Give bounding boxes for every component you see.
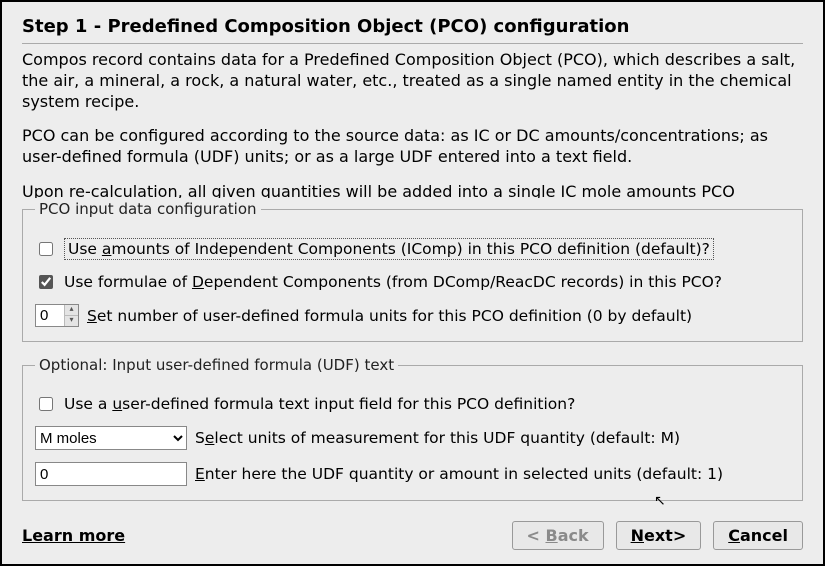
next-button[interactable]: Next> [616, 521, 702, 550]
spin-row: ▴ ▾ Set number of user-defined formula u… [35, 304, 790, 327]
udf-text-label[interactable]: Use a user-defined formula text input fi… [64, 395, 575, 413]
formula-units-stepper[interactable]: ▴ ▾ [35, 304, 79, 327]
udf-text-legend: Optional: Input user-defined formula (UD… [35, 356, 398, 374]
title-separator [22, 43, 803, 44]
formulae-row: Use formulae of Dependent Components (fr… [35, 272, 790, 292]
qty-row: Enter here the UDF quantity or amount in… [35, 462, 790, 486]
page-title: Step 1 - Predefined Composition Object (… [22, 16, 803, 37]
udf-quantity-input[interactable] [35, 462, 187, 486]
description-p3: Upon re-calculation, all given quantitie… [22, 182, 803, 198]
description-p1: Compos record contains data for a Predef… [22, 50, 803, 112]
description-p2: PCO can be configured according to the s… [22, 126, 803, 168]
udf-quantity-label: Enter here the UDF quantity or amount in… [195, 465, 723, 483]
amounts-checkbox[interactable] [39, 242, 53, 256]
learn-more-link[interactable]: Learn more [22, 526, 125, 545]
udf-checkbox-row: Use a user-defined formula text input fi… [35, 394, 790, 414]
units-select[interactable]: M moles [35, 426, 187, 450]
back-button[interactable]: < Back [512, 521, 604, 550]
cancel-button[interactable]: Cancel [713, 521, 803, 550]
footer: Learn more < Back Next> Cancel [22, 521, 803, 550]
udf-text-group: Optional: Input user-defined formula (UD… [22, 356, 803, 501]
formula-units-input[interactable] [36, 305, 64, 326]
description-text: Compos record contains data for a Predef… [22, 50, 803, 198]
units-label: Select units of measurement for this UDF… [195, 429, 680, 447]
formulae-label[interactable]: Use formulae of Dependent Components (fr… [64, 273, 722, 291]
units-row: M moles Select units of measurement for … [35, 426, 790, 450]
pco-input-config-legend: PCO input data configuration [35, 200, 261, 218]
amounts-label[interactable]: Use amounts of Independent Components (I… [64, 238, 714, 260]
formula-units-label: Set number of user-defined formula units… [87, 307, 692, 325]
udf-text-checkbox[interactable] [39, 397, 53, 411]
formulae-checkbox[interactable] [39, 275, 53, 289]
amounts-row: Use amounts of Independent Components (I… [35, 238, 790, 260]
stepper-buttons[interactable]: ▴ ▾ [64, 305, 78, 326]
stepper-down-icon[interactable]: ▾ [65, 316, 78, 326]
pco-input-config-group: PCO input data configuration Use amounts… [22, 200, 803, 342]
